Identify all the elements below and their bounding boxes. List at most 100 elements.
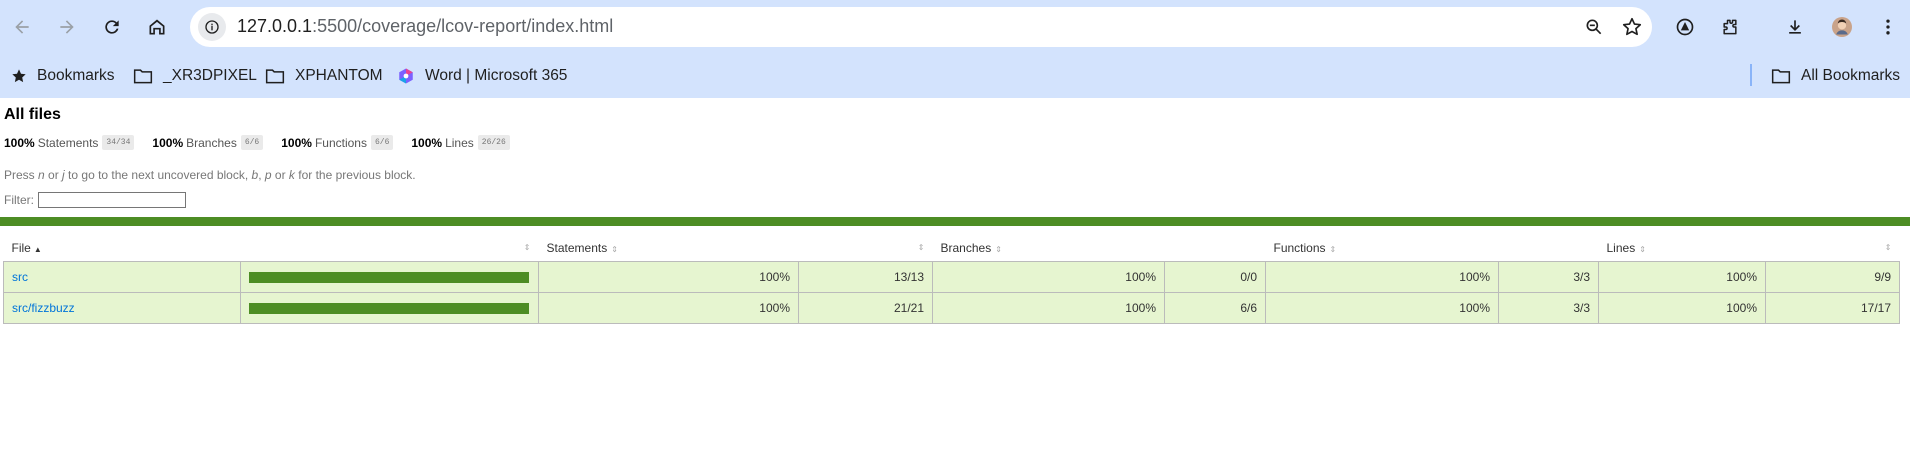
url-path: :5500/coverage/lcov-report/index.html [312,16,614,36]
summary-fraction: 6/6 [240,135,264,150]
file-link[interactable]: src [12,270,28,284]
header-label: Lines [1606,241,1636,255]
hint-text: or [271,168,289,182]
bookmark-label: Bookmarks [37,67,115,84]
statements-fraction: 21/21 [798,292,933,324]
zoom-out-icon[interactable] [1582,15,1606,39]
hint-key: n [38,168,45,182]
header-branches-raw[interactable] [1165,235,1266,262]
url-host: 127.0.0.1 [237,16,313,36]
summary-fraction: 26/26 [477,135,510,150]
all-bookmarks-label: All Bookmarks [1801,67,1901,84]
home-icon[interactable] [142,12,172,42]
summary-label: Functions [314,135,367,150]
bookmark-bookmarks[interactable]: Bookmarks [11,64,115,88]
header-file-bar[interactable]: ⇕ [241,235,539,262]
header-functions-raw[interactable] [1499,235,1599,262]
branches-fraction: 6/6 [1164,292,1266,324]
folder-icon [133,69,153,84]
functions-fraction: 3/3 [1498,292,1599,324]
summary-statements: 100% Statements 34/34 [4,135,135,150]
coverage-bar-cell [240,261,539,293]
forward-icon[interactable] [52,12,82,42]
summary-pct: 100% [411,135,443,150]
folder-icon [265,69,285,84]
summary-lines: 100% Lines 26/26 [411,135,510,150]
hint-text: , [258,168,265,182]
statements-pct: 100% [538,292,799,324]
header-branches[interactable]: Branches ⇕ [933,235,1165,262]
bookmark-label: XPHANTOM [295,67,383,84]
m365-icon [399,68,413,84]
hint-text: Press [4,168,39,182]
header-label: Branches [940,241,992,255]
table-row: src 100% 13/13 100% 0/0 100% 3/3 100% 9/… [3,261,1900,293]
profile-avatar[interactable] [1827,12,1857,42]
statements-pct: 100% [538,261,799,293]
header-lines[interactable]: Lines ⇕ [1599,235,1766,262]
file-cell: src [3,261,241,293]
summary-branches: 100% Branches 6/6 [152,135,264,150]
status-line [0,217,1910,226]
header-lines-raw[interactable]: ⇕ [1766,235,1900,262]
hint-text: or [44,168,63,182]
lines-fraction: 9/9 [1765,261,1900,293]
star-icon[interactable] [1620,15,1644,39]
back-icon[interactable] [7,12,37,42]
url-text[interactable]: 127.0.0.1:5500/coverage/lcov-report/inde… [237,16,613,37]
file-link[interactable]: src/fizzbuzz [12,301,75,315]
download-icon[interactable] [1780,12,1810,42]
summary-fraction: 6/6 [370,135,394,150]
browser-toolbar: 127.0.0.1:5500/coverage/lcov-report/inde… [0,0,1910,54]
bookmarks-divider [1750,64,1752,86]
functions-pct: 100% [1265,292,1499,324]
filter-label: Filter: [4,193,34,207]
functions-fraction: 3/3 [1498,261,1599,293]
statements-fraction: 13/13 [798,261,933,293]
bookmarks-bar: Bookmarks _XR3DPIXEL XPHANTOM Word | Mic… [0,54,1910,98]
coverage-table: File ▲ ⇕ Statements ⇕ ⇕ Branches ⇕ Function… [3,235,1900,324]
bookmark-label: _XR3DPIXEL [163,67,257,84]
sort-icon: ⇕ [523,243,531,252]
lines-fraction: 17/17 [1765,292,1900,324]
summary-pct: 100% [281,135,312,150]
star-icon [12,69,26,83]
sort-asc-icon: ▲ [33,245,42,254]
header-file[interactable]: File ▲ [4,235,241,262]
sort-icon: ⇕ [611,245,618,254]
functions-pct: 100% [1265,261,1499,293]
sort-icon: ⇕ [995,245,1002,254]
bookmark-all[interactable]: All Bookmarks [1771,64,1900,88]
summary-pct: 100% [152,135,184,150]
hint-text: to go to the next uncovered block, [64,168,252,182]
header-statements-raw[interactable]: ⇕ [799,235,933,262]
table-header-row: File ▲ ⇕ Statements ⇕ ⇕ Branches ⇕ Function… [4,235,1900,262]
summary-fraction: 34/34 [102,135,135,150]
bookmark-xphantom[interactable]: XPHANTOM [265,64,383,88]
bookmark-xr3dpixel[interactable]: _XR3DPIXEL [133,64,257,88]
address-bar[interactable]: 127.0.0.1:5500/coverage/lcov-report/inde… [190,7,1652,47]
header-label: Statements [546,241,608,255]
file-cell: src/fizzbuzz [3,292,241,324]
header-functions[interactable]: Functions ⇕ [1266,235,1499,262]
bookmark-word-m365[interactable]: Word | Microsoft 365 [397,64,567,88]
branches-pct: 100% [932,261,1165,293]
sort-icon: ⇕ [917,243,925,252]
header-statements[interactable]: Statements ⇕ [539,235,799,262]
coverage-summary: 100% Statements 34/34 100% Branches 6/6 … [4,135,528,150]
summary-functions: 100% Functions 6/6 [281,135,394,150]
folder-icon [1771,69,1791,84]
hint-key: p [264,168,272,182]
extension-icon[interactable] [1670,12,1700,42]
branches-pct: 100% [932,292,1165,324]
header-label: File [11,241,31,255]
info-icon[interactable] [198,13,226,41]
sort-icon: ⇕ [1884,243,1892,252]
coverage-bar [249,271,529,283]
menu-icon[interactable] [1873,12,1903,42]
puzzle-icon[interactable] [1715,12,1745,42]
filter-input[interactable] [38,192,186,208]
coverage-bar [249,302,529,314]
reload-icon[interactable] [97,12,127,42]
summary-label: Lines [445,135,474,150]
